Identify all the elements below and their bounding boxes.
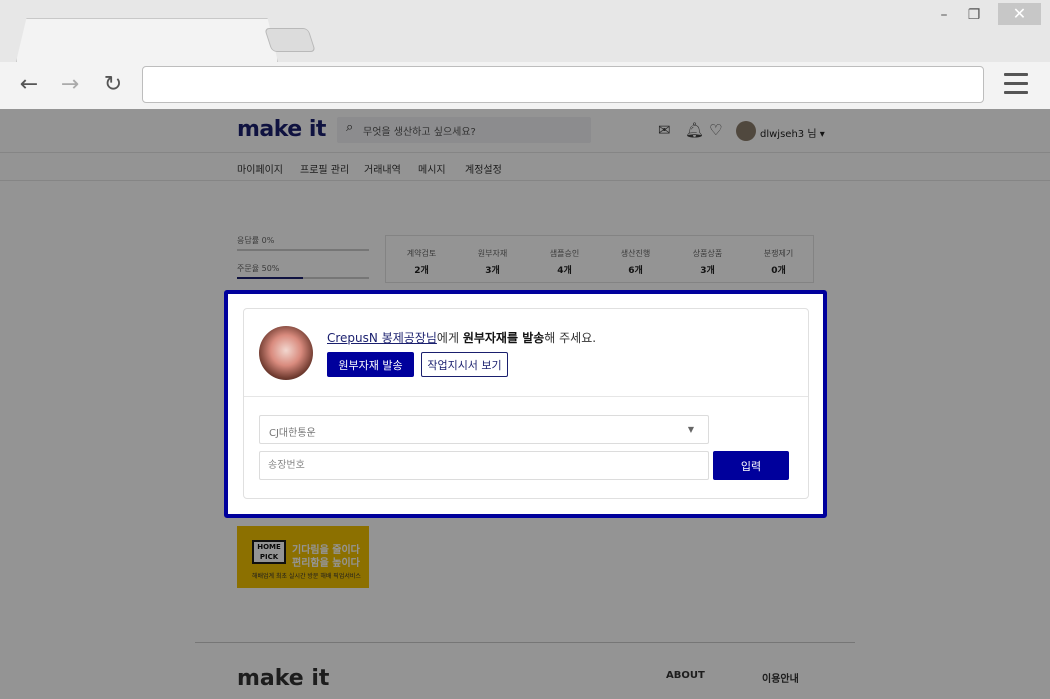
browser-tab-active[interactable] (16, 18, 278, 62)
courier-select[interactable]: CJ대한통운 ▼ (259, 415, 709, 444)
browser-menu-icon[interactable] (1004, 73, 1028, 95)
dropdown-caret-icon: ▼ (687, 425, 694, 434)
browser-chrome: – ❐ ✕ ← → ↻ (0, 0, 1050, 109)
address-bar[interactable] (142, 66, 984, 103)
browser-toolbar: ← → ↻ (0, 62, 1050, 109)
back-arrow-icon[interactable]: ← (16, 72, 42, 98)
close-window-icon[interactable]: ✕ (998, 3, 1041, 25)
submit-tracking-button[interactable]: 입력 (713, 451, 789, 480)
page: make it ⌕ 무엇을 생산하고 싶으세요? ✉ 🔔︎ ♡ dlwjseh3… (0, 109, 1050, 699)
restore-icon[interactable]: ❐ (964, 4, 984, 26)
card-header: CrepusN 봉제공장님에게 원부자재를 발송해 주세요. 원부자재 발송 작… (244, 309, 808, 397)
forward-arrow-icon[interactable]: → (57, 72, 83, 98)
send-materials-button[interactable]: 원부자재 발송 (327, 352, 414, 377)
minimize-icon[interactable]: – (934, 4, 954, 26)
new-tab-button[interactable] (264, 28, 316, 52)
view-work-order-button[interactable]: 작업지시서 보기 (421, 352, 508, 377)
courier-selected: CJ대한통운 (269, 428, 316, 439)
shipping-card: CrepusN 봉제공장님에게 원부자재를 발송해 주세요. 원부자재 발송 작… (243, 308, 809, 499)
factory-avatar (259, 326, 313, 380)
tracking-number-input[interactable] (259, 451, 709, 480)
shipping-message: CrepusN 봉제공장님에게 원부자재를 발송해 주세요. (327, 331, 597, 345)
factory-link[interactable]: CrepusN 봉제공장님 (327, 331, 437, 345)
reload-icon[interactable]: ↻ (100, 72, 126, 98)
shipping-modal: CrepusN 봉제공장님에게 원부자재를 발송해 주세요. 원부자재 발송 작… (224, 290, 827, 518)
